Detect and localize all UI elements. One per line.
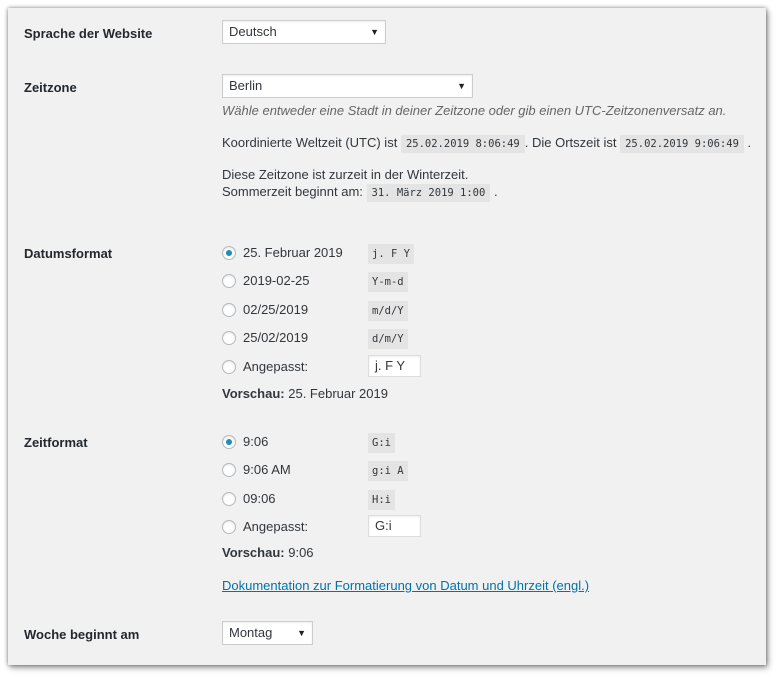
date-format-custom-label[interactable]: Angepasst:	[243, 359, 308, 374]
chevron-down-icon: ▼	[457, 81, 466, 91]
date-format-code: d/m/Y	[368, 329, 408, 349]
date-format-option-label[interactable]: 25/02/2019	[243, 330, 308, 345]
language-select[interactable]: Deutsch ▼	[222, 20, 386, 44]
time-format-option-label[interactable]: 9:06 AM	[243, 462, 291, 477]
timezone-select-value: Berlin	[229, 78, 263, 93]
date-format-option-label[interactable]: 2019-02-25	[243, 273, 310, 288]
date-format-code: j. F Y	[368, 244, 414, 264]
date-preview-label: Vorschau:	[222, 386, 285, 401]
dst-prefix: Sommerzeit beginnt am:	[222, 184, 363, 199]
time-format-custom-label[interactable]: Angepasst:	[243, 519, 308, 534]
time-format-code: G:i	[368, 433, 395, 453]
date-format-option-label[interactable]: 25. Februar 2019	[243, 245, 343, 260]
date-format-radio-4[interactable]	[222, 331, 236, 345]
dst-suffix: .	[493, 184, 498, 199]
week-start-select-value: Montag	[229, 625, 273, 640]
timezone-label: Zeitzone	[24, 80, 77, 95]
date-format-radio-custom[interactable]	[222, 360, 236, 374]
utc-time-value: 25.02.2019 8:06:49	[400, 135, 525, 153]
time-format-radio-3[interactable]	[222, 492, 236, 506]
time-format-radio-1[interactable]	[222, 435, 236, 449]
time-preview-value: 9:06	[288, 545, 314, 560]
language-label: Sprache der Website	[24, 26, 153, 41]
local-suffix: .	[747, 135, 752, 150]
week-start-select[interactable]: Montag ▼	[222, 621, 313, 645]
time-format-radio-2[interactable]	[222, 463, 236, 477]
settings-panel: Sprache der Website Deutsch ▼ Zeitzone B…	[8, 8, 766, 665]
time-format-option-label[interactable]: 9:06	[243, 434, 268, 449]
time-format-radio-custom[interactable]	[222, 520, 236, 534]
dst-value: 31. März 2019 1:00	[366, 184, 491, 202]
date-format-label: Datumsformat	[24, 246, 113, 261]
local-prefix: . Die Ortszeit ist	[524, 135, 617, 150]
date-format-code: m/d/Y	[368, 301, 408, 321]
timezone-description: Wähle entweder eine Stadt in deiner Zeit…	[222, 103, 727, 118]
utc-time-line: Koordinierte Weltzeit (UTC) ist 25.02.20…	[222, 135, 752, 153]
date-format-radio-3[interactable]	[222, 303, 236, 317]
chevron-down-icon: ▼	[370, 27, 379, 37]
date-format-radio-1[interactable]	[222, 246, 236, 260]
language-select-value: Deutsch	[229, 24, 277, 39]
utc-prefix: Koordinierte Weltzeit (UTC) ist	[222, 135, 398, 150]
date-format-option-label[interactable]: 02/25/2019	[243, 302, 308, 317]
time-format-code: H:i	[368, 490, 395, 510]
date-format-radio-2[interactable]	[222, 274, 236, 288]
date-preview-value: 25. Februar 2019	[288, 386, 388, 401]
winter-time-note: Diese Zeitzone ist zurzeit in der Winter…	[222, 167, 469, 182]
format-documentation-link[interactable]: Dokumentation zur Formatierung von Datum…	[222, 578, 589, 593]
date-format-code: Y-m-d	[368, 272, 408, 292]
time-preview-label: Vorschau:	[222, 545, 285, 560]
time-format-label: Zeitformat	[24, 435, 88, 450]
date-format-preview: Vorschau: 25. Februar 2019	[222, 386, 388, 401]
dst-line: Sommerzeit beginnt am: 31. März 2019 1:0…	[222, 184, 498, 202]
date-format-custom-input[interactable]: j. F Y	[368, 355, 421, 377]
chevron-down-icon: ▼	[297, 628, 306, 638]
time-format-preview: Vorschau: 9:06	[222, 545, 314, 560]
time-format-option-label[interactable]: 09:06	[243, 491, 276, 506]
time-format-custom-input[interactable]: G:i	[368, 515, 421, 537]
time-format-code: g:i A	[368, 461, 408, 481]
week-start-label: Woche beginnt am	[24, 627, 140, 642]
timezone-select[interactable]: Berlin ▼	[222, 74, 473, 98]
local-time-value: 25.02.2019 9:06:49	[620, 135, 744, 153]
